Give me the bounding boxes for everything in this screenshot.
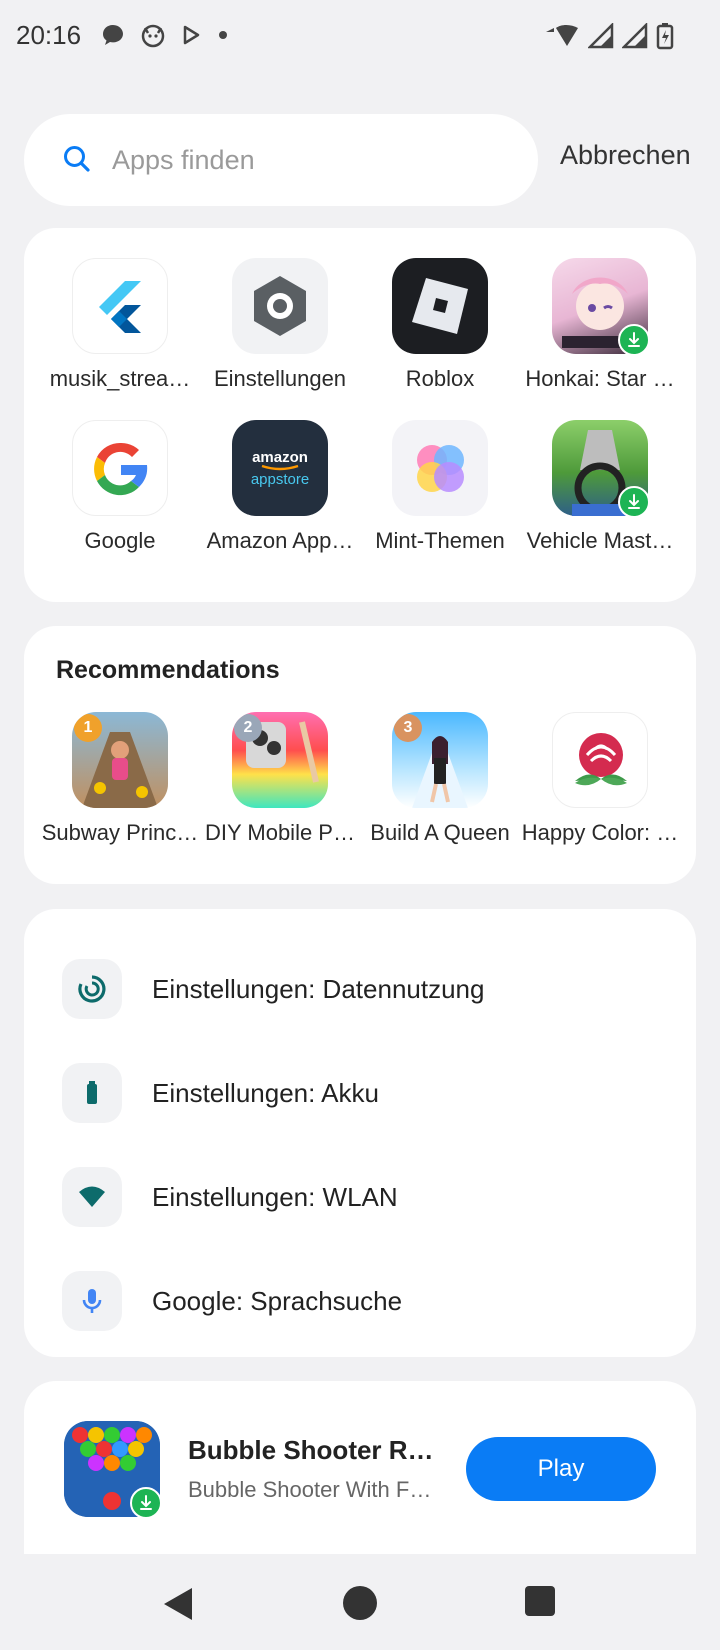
roblox-icon (392, 258, 488, 354)
google-g-icon (72, 420, 168, 516)
search-icon (62, 144, 92, 179)
recommendation-subway-princess[interactable]: 1 Subway Princ… (40, 712, 200, 846)
vehicle-master-icon (552, 420, 650, 518)
shortcut-list: Einstellungen: Datennutzung Einstellunge… (24, 937, 696, 1353)
download-badge-icon (618, 324, 650, 356)
recommendation-build-a-queen[interactable]: 3 Build A Queen (360, 712, 520, 846)
app-musik-streaming[interactable]: musik_strea… (40, 258, 200, 392)
rank-badge: 3 (394, 714, 422, 742)
battery-icon (62, 1063, 122, 1123)
play-store-icon (180, 24, 202, 46)
status-time: 20:16 (16, 20, 82, 50)
signal-icon (588, 23, 614, 49)
cat-face-icon (140, 22, 166, 48)
app-label: Vehicle Mast… (526, 528, 674, 553)
honkai-icon (552, 258, 650, 356)
app-label: Honkai: Star … (525, 366, 675, 391)
dot-icon (216, 28, 230, 42)
shortcut-label: Google: Sprachsuche (152, 1285, 403, 1316)
wifi-icon (62, 1167, 122, 1227)
shortcut-sprachsuche[interactable]: Google: Sprachsuche (24, 1249, 696, 1353)
recents-icon[interactable] (525, 1586, 555, 1616)
shortcut-label: Einstellungen: Akku (152, 1077, 379, 1108)
shortcut-label: Einstellungen: Datennutzung (152, 973, 485, 1004)
app-label: Roblox (405, 366, 475, 391)
play-button[interactable]: Play (466, 1437, 656, 1501)
app-google[interactable]: Google (40, 420, 200, 554)
app-label: Amazon App… (206, 528, 354, 553)
rank-badge: 1 (74, 714, 102, 742)
promo-title: Bubble Shooter R… (188, 1435, 434, 1465)
app-vehicle-master[interactable]: Vehicle Mast… (520, 420, 680, 554)
shortcut-datennutzung[interactable]: Einstellungen: Datennutzung (24, 937, 696, 1041)
svg-text:amazon: amazon (252, 449, 308, 466)
recommendation-label: DIY Mobile P… (205, 820, 355, 845)
subway-princess-icon: 1 (72, 712, 168, 808)
microphone-icon (62, 1271, 122, 1331)
diy-mobile-icon: 2 (232, 712, 328, 808)
amazon-appstore-icon: amazon appstore (232, 420, 328, 516)
recommendation-diy-mobile[interactable]: 2 DIY Mobile P… (200, 712, 360, 846)
promo-subtitle: Bubble Shooter With F… (188, 1477, 432, 1502)
wifi-icon (544, 22, 580, 50)
recommendations-card: Recommendations 1 Subway Princ… 2 DIY Mo… (24, 626, 696, 884)
recommendation-label: Subway Princ… (41, 820, 199, 845)
data-usage-icon (62, 959, 122, 1019)
app-label: Mint-Themen (375, 528, 505, 553)
app-roblox[interactable]: Roblox (360, 258, 520, 392)
shortcut-label: Einstellungen: WLAN (152, 1181, 398, 1212)
recommendations-grid: 1 Subway Princ… 2 DIY Mobile P… 3 Build … (24, 712, 696, 846)
settings-shortcuts-card: Einstellungen: Datennutzung Einstellunge… (24, 909, 696, 1357)
app-mint-themen[interactable]: Mint-Themen (360, 420, 520, 554)
app-label: Einstellungen (213, 366, 347, 391)
signal-icon (622, 23, 648, 49)
app-label: musik_strea… (49, 366, 191, 391)
search-bar[interactable] (24, 114, 538, 206)
home-icon[interactable] (343, 1586, 377, 1620)
mint-themes-icon (392, 420, 488, 516)
recommendation-label: Build A Queen (370, 820, 510, 845)
system-status-icons (544, 22, 674, 50)
app-einstellungen[interactable]: Einstellungen (200, 258, 360, 392)
cancel-button[interactable]: Abbrechen (560, 140, 691, 171)
download-badge-icon (618, 486, 650, 518)
navigation-bar (0, 1554, 720, 1650)
flutter-icon (72, 258, 168, 354)
settings-gear-icon (232, 258, 328, 354)
app-grid: musik_strea… Einstellungen Roblox Honkai… (24, 258, 696, 554)
happy-color-icon (552, 712, 648, 808)
recommendation-happy-color[interactable]: Happy Color: … (520, 712, 680, 846)
notification-icons (100, 22, 230, 48)
bubble-shooter-icon (64, 1421, 162, 1519)
rank-badge: 2 (234, 714, 262, 742)
shortcut-wlan[interactable]: Einstellungen: WLAN (24, 1145, 696, 1249)
status-bar: 20:16 (0, 0, 720, 74)
app-honkai[interactable]: Honkai: Star … (520, 258, 680, 392)
download-badge-icon (130, 1487, 162, 1519)
build-a-queen-icon: 3 (392, 712, 488, 808)
recommendations-title: Recommendations (56, 656, 280, 684)
svg-text:appstore: appstore (251, 471, 309, 488)
shortcut-akku[interactable]: Einstellungen: Akku (24, 1041, 696, 1145)
app-label: Google (84, 528, 156, 553)
recommendation-label: Happy Color: … (521, 820, 679, 845)
app-amazon-appstore[interactable]: amazon appstore Amazon App… (200, 420, 360, 554)
search-input[interactable] (112, 136, 512, 184)
back-icon[interactable] (162, 1586, 194, 1627)
app-results-card: musik_strea… Einstellungen Roblox Honkai… (24, 228, 696, 602)
chat-bubble-icon (100, 22, 126, 48)
battery-charging-icon (656, 22, 674, 50)
